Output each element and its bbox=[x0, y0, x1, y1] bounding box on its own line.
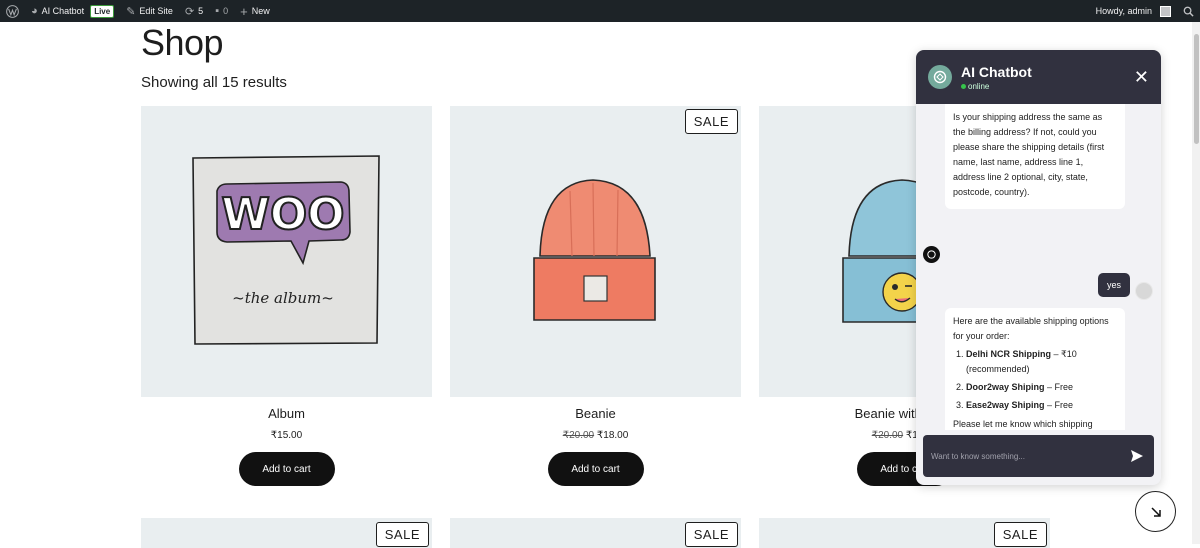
arrow-down-right-icon bbox=[1150, 506, 1161, 517]
wordpress-icon bbox=[6, 4, 19, 18]
comment-icon: ▪ bbox=[215, 5, 220, 17]
updates-icon: ⟳ bbox=[184, 5, 195, 18]
updates-count: 5 bbox=[198, 6, 204, 16]
sale-badge: SALE bbox=[375, 522, 429, 547]
add-to-cart-button[interactable]: Add to cart bbox=[547, 452, 644, 486]
live-badge: Live bbox=[90, 4, 115, 18]
admin-search[interactable] bbox=[1177, 0, 1200, 22]
sale-badge: SALE bbox=[993, 522, 1047, 547]
regular-price: ₹20.00 bbox=[871, 430, 904, 441]
beanie-artwork bbox=[533, 179, 656, 321]
my-account-menu[interactable]: Howdy, admin bbox=[1090, 0, 1177, 22]
admin-bar: ◕ AI Chatbot Live ✎ Edit Site ⟳ 5 ▪ 0 + … bbox=[0, 0, 1200, 22]
new-label: New bbox=[251, 6, 270, 16]
user-avatar-icon bbox=[1135, 282, 1153, 300]
comments-count: 0 bbox=[223, 6, 229, 16]
send-icon[interactable] bbox=[1128, 447, 1146, 465]
bot-message-outro: Please let me know which shipping method… bbox=[953, 419, 1093, 429]
edit-site-link[interactable]: ✎ Edit Site bbox=[120, 0, 179, 22]
bot-message: Here are the available shipping options … bbox=[945, 308, 1125, 430]
product-image[interactable]: SALE bbox=[450, 106, 741, 397]
new-content-link[interactable]: + New bbox=[234, 0, 276, 22]
chat-input[interactable] bbox=[931, 451, 1128, 461]
howdy-label: Howdy, admin bbox=[1095, 6, 1152, 16]
shipping-options-list: Delhi NCR Shipping – ₹10 (recommended) D… bbox=[966, 347, 1117, 413]
close-icon[interactable]: ✕ bbox=[1134, 67, 1149, 88]
album-logo-text: WOO bbox=[221, 189, 344, 240]
shipping-option: Door2way Shiping – Free bbox=[966, 380, 1117, 395]
album-artwork: WOO ~the album~ bbox=[192, 155, 380, 345]
shipping-option: Delhi NCR Shipping – ₹10 (recommended) bbox=[966, 347, 1117, 377]
sale-badge: SALE bbox=[684, 109, 738, 134]
search-icon bbox=[1183, 6, 1194, 17]
chat-title: AI Chatbot bbox=[961, 63, 1032, 80]
scrollbar-thumb[interactable] bbox=[1194, 34, 1199, 144]
comments-link[interactable]: ▪ 0 bbox=[209, 0, 234, 22]
chat-header: AI Chatbot online ✕ bbox=[916, 50, 1161, 104]
product-card: SALE Beanie ₹20.00 ₹18.00 Add to cart bbox=[450, 106, 741, 486]
bot-message-text: Is your shipping address the same as the… bbox=[953, 112, 1105, 197]
chat-input-bar bbox=[923, 435, 1154, 477]
scroll-down-button[interactable] bbox=[1135, 491, 1176, 532]
product-card: WOO ~the album~ Album ₹15.00 Add to cart bbox=[141, 106, 432, 486]
shipping-option-name: Delhi NCR Shipping bbox=[966, 349, 1051, 359]
chatbot-logo-icon bbox=[928, 65, 952, 89]
updates-link[interactable]: ⟳ 5 bbox=[179, 0, 209, 22]
site-name-menu[interactable]: ◕ AI Chatbot Live bbox=[25, 0, 120, 22]
add-to-cart-button[interactable]: Add to cart bbox=[238, 452, 335, 486]
wp-logo-menu[interactable] bbox=[0, 0, 25, 22]
shipping-option-name: Ease2way Shiping bbox=[966, 400, 1045, 410]
shipping-option-name: Door2way Shiping bbox=[966, 382, 1045, 392]
page-title: Shop bbox=[141, 22, 224, 63]
product-price: ₹15.00 bbox=[141, 430, 432, 441]
chat-messages[interactable]: Is your shipping address the same as the… bbox=[916, 104, 1161, 430]
product-name[interactable]: Album bbox=[141, 406, 432, 421]
bot-message: Is your shipping address the same as the… bbox=[945, 104, 1125, 209]
chatbot-window: AI Chatbot online ✕ Is your shipping add… bbox=[916, 50, 1161, 485]
result-count: Showing all 15 results bbox=[141, 74, 287, 91]
current-price: ₹15.00 bbox=[270, 430, 303, 441]
chat-status: online bbox=[961, 82, 1032, 91]
bot-message-intro: Here are the available shipping options … bbox=[953, 316, 1109, 341]
chat-status-label: online bbox=[968, 81, 990, 91]
pencil-icon: ✎ bbox=[126, 5, 136, 18]
dashboard-icon: ◕ bbox=[31, 5, 38, 17]
regular-price: ₹20.00 bbox=[562, 430, 595, 441]
product-price: ₹20.00 ₹18.00 bbox=[450, 430, 741, 441]
album-subtitle: ~the album~ bbox=[232, 289, 334, 307]
bot-avatar-icon bbox=[923, 246, 940, 263]
admin-avatar bbox=[1160, 5, 1171, 17]
plus-icon: + bbox=[240, 3, 248, 19]
sale-badge: SALE bbox=[684, 522, 738, 547]
shipping-option-detail: – Free bbox=[1044, 400, 1074, 410]
edit-site-label: Edit Site bbox=[139, 6, 173, 16]
product-image[interactable]: WOO ~the album~ bbox=[141, 106, 432, 397]
online-status-icon bbox=[961, 83, 966, 89]
shipping-option-detail: – Free bbox=[1044, 382, 1074, 392]
site-name: AI Chatbot bbox=[41, 6, 85, 16]
current-price: ₹18.00 bbox=[596, 430, 629, 441]
shipping-option: Ease2way Shiping – Free bbox=[966, 398, 1117, 413]
user-message: yes bbox=[1097, 273, 1130, 297]
product-name[interactable]: Beanie bbox=[450, 406, 741, 421]
